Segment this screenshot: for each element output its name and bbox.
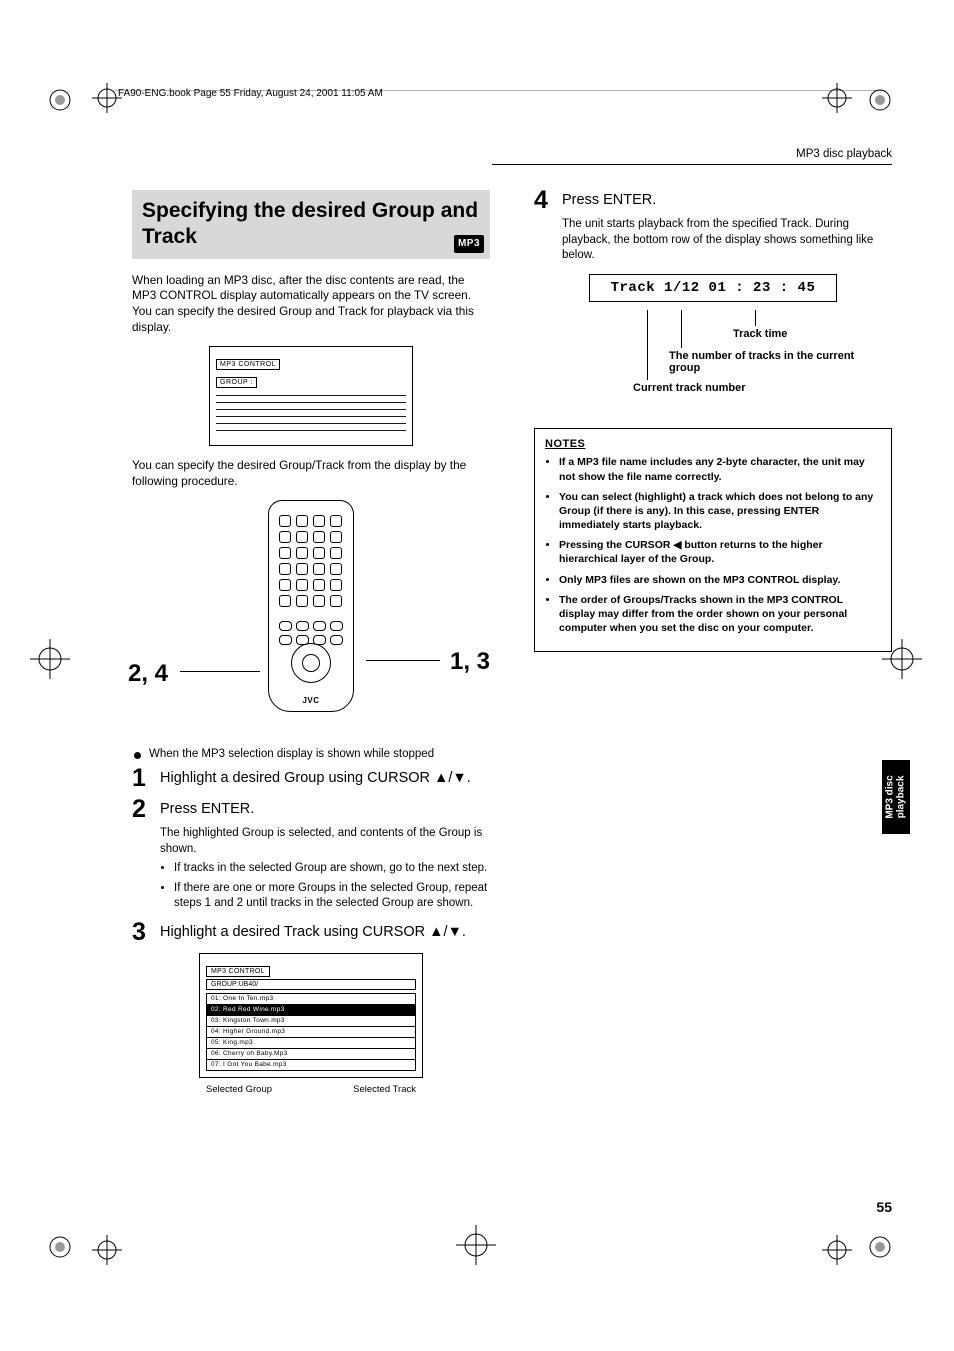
track-row: 05: King.mp3 [207, 1038, 415, 1049]
section-label: MP3 disc playback [796, 148, 892, 160]
notes-box: NOTES If a MP3 file name includes any 2-… [534, 428, 892, 653]
step-4: 4 Press ENTER. [534, 188, 892, 213]
left-column: Specifying the desired Group and Track M… [132, 190, 490, 1103]
track-row: 04: Higher Ground.mp3 [207, 1027, 415, 1038]
remote-callout-right: 1, 3 [450, 648, 490, 676]
crosshair-icon [822, 83, 852, 113]
list-item: If tracks in the selected Group are show… [174, 861, 490, 877]
track-time-display: Track 1/12 01 : 23 : 45 [589, 274, 837, 302]
lead-text: When the MP3 selection display is shown … [149, 748, 434, 760]
step-number: 2 [132, 797, 160, 822]
reg-mark-icon [866, 1233, 894, 1261]
track-row: 01: One In Ten.mp3 [207, 994, 415, 1005]
mp3-control-display: MP3 CONTROL GROUP : [209, 346, 413, 446]
step-number: 4 [534, 188, 562, 213]
step-heading: Press ENTER. [160, 797, 254, 822]
page-title: Specifying the desired Group and Track [142, 198, 480, 251]
bullet-icon [134, 752, 141, 759]
intro-paragraph-2: You can specify the desired Group/Track … [132, 458, 490, 490]
section-rule [492, 164, 892, 165]
intro-paragraph: When loading an MP3 disc, after the disc… [132, 273, 490, 337]
step-number: 3 [132, 920, 160, 945]
list-item: If there are one or more Groups in the s… [174, 881, 490, 912]
notes-list: If a MP3 file name includes any 2-byte c… [545, 455, 881, 635]
display-group: GROUP:UB40/ [206, 979, 416, 990]
step-3: 3 Highlight a desired Track using CURSOR… [132, 920, 490, 945]
track-row: 07: I Got You Babe.mp3 [207, 1060, 415, 1071]
crosshair-icon [30, 639, 70, 679]
notes-heading: NOTES [545, 437, 881, 452]
manual-page: FA90-ENG.book Page 55 Friday, August 24,… [0, 0, 954, 1351]
crosshair-icon [456, 1225, 496, 1265]
track-row: 06: Cherry oh Baby.Mp3 [207, 1049, 415, 1060]
leader-label: The number of tracks in the current grou… [669, 350, 859, 374]
step-sublist: If tracks in the selected Group are show… [160, 861, 490, 912]
step-body: The unit starts playback from the specif… [562, 217, 892, 264]
step-heading: Highlight a desired Group using CURSOR ▲… [160, 766, 471, 791]
leader-label: Track time [733, 328, 787, 340]
step-number: 1 [132, 766, 160, 791]
track-list: 01: One In Ten.mp302: Red Red Wine.mp303… [206, 993, 416, 1071]
section-title-band: Specifying the desired Group and Track M… [132, 190, 490, 259]
display-label: MP3 CONTROL [216, 359, 280, 370]
remote-illustration: 2, 4 JVC 1, 3 [132, 500, 490, 730]
note-item: If a MP3 file name includes any 2-byte c… [559, 455, 881, 483]
reg-mark-icon [46, 1233, 74, 1261]
step-heading: Press ENTER. [562, 188, 656, 213]
lead-bullet: When the MP3 selection display is shown … [132, 748, 490, 760]
crosshair-icon [92, 1235, 122, 1265]
mp3-track-display: MP3 CONTROL GROUP:UB40/ 01: One In Ten.m… [199, 953, 423, 1078]
note-item: The order of Groups/Tracks shown in the … [559, 593, 881, 636]
mp3-badge: MP3 [454, 235, 484, 253]
right-column: 4 Press ENTER. The unit starts playback … [534, 190, 892, 1103]
header-rule [115, 90, 885, 91]
track-row: 02: Red Red Wine.mp3 [207, 1005, 415, 1016]
display-group-label: GROUP : [216, 377, 257, 388]
display-captions: Selected Group Selected Track [206, 1084, 416, 1095]
thumb-tab: MP3 discplayback [882, 760, 910, 834]
display-leaders: Track time The number of tracks in the c… [573, 310, 853, 400]
reg-mark-icon [46, 86, 74, 114]
step-heading: Highlight a desired Track using CURSOR ▲… [160, 920, 466, 945]
step-body: The highlighted Group is selected, and c… [160, 826, 490, 857]
step-1: 1 Highlight a desired Group using CURSOR… [132, 766, 490, 791]
remote-brand: JVC [269, 696, 353, 705]
track-row: 03: Kingston Town.mp3 [207, 1016, 415, 1027]
remote-callout-left: 2, 4 [128, 660, 168, 688]
leader-label: Current track number [633, 382, 745, 394]
display-label: MP3 CONTROL [206, 966, 270, 977]
note-item: You can select (highlight) a track which… [559, 490, 881, 533]
note-item: Only MP3 files are shown on the MP3 CONT… [559, 573, 881, 587]
note-item: Pressing the CURSOR ◀ button returns to … [559, 538, 881, 566]
caption-left: Selected Group [206, 1084, 272, 1095]
crosshair-icon [822, 1235, 852, 1265]
remote-icon: JVC [268, 500, 354, 712]
caption-right: Selected Track [353, 1084, 416, 1095]
step-2: 2 Press ENTER. [132, 797, 490, 822]
page-number: 55 [876, 1199, 892, 1215]
thumb-tab-label: MP3 discplayback [885, 775, 907, 818]
